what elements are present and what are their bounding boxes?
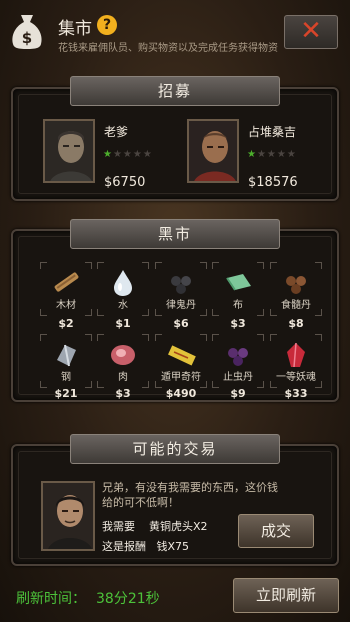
- recruit-name: 老爹: [104, 125, 129, 139]
- star-rating: ★★★★★: [103, 149, 153, 160]
- purple-pills-icon: [228, 348, 248, 366]
- trade-reward-line: 这是报酬 钱X75: [102, 538, 189, 554]
- refresh-now-button[interactable]: 立即刷新: [233, 578, 339, 613]
- item-price: $3: [115, 387, 131, 400]
- recruit-name: 占堆桑吉: [248, 125, 297, 139]
- avatar: [41, 481, 95, 551]
- trade-need-value: 黄铜虎头X2: [149, 520, 208, 533]
- item-name: 肉: [118, 372, 128, 383]
- item-price: $490: [165, 387, 197, 400]
- tab-black-market: 黑市: [70, 219, 280, 249]
- item-name: 遁甲奇符: [161, 372, 201, 383]
- item-price: $6: [173, 317, 189, 330]
- deal-button[interactable]: 成交: [238, 514, 314, 548]
- svg-text:$: $: [22, 29, 32, 47]
- market-item-insect-pill[interactable]: 止虫丹: [212, 334, 264, 388]
- market-item-marrow-pill[interactable]: 食髓丹: [270, 262, 322, 316]
- item-name: 律鬼丹: [166, 300, 196, 311]
- black-pills-icon: [171, 276, 191, 294]
- item-price: $1: [115, 317, 131, 330]
- item-price: $9: [230, 387, 246, 400]
- item-price: $2: [58, 317, 74, 330]
- recruit-price: $6750: [104, 175, 146, 190]
- page-title: 集市: [58, 19, 92, 39]
- item-name: 布: [233, 300, 243, 311]
- item-name: 一等妖魂: [276, 372, 316, 383]
- item-price: $3: [230, 317, 246, 330]
- trade-need-line: 我需要 黄铜虎头X2: [102, 518, 208, 534]
- tab-recruit: 招募: [70, 76, 280, 106]
- market-item-meat[interactable]: 肉: [97, 334, 149, 388]
- meat-icon: [111, 345, 135, 365]
- steel-icon: [57, 344, 76, 367]
- brown-pills-icon: [286, 276, 306, 294]
- header: $ 集市 ? 花钱来雇佣队员、购买物资以及完成任务获得物资 ✕: [0, 0, 350, 66]
- avatar: [187, 119, 239, 183]
- trade-reward-label: 这是报酬: [102, 540, 146, 553]
- refresh-label: 刷新时间：: [16, 591, 86, 607]
- avatar: [43, 119, 95, 183]
- refresh-countdown: 38分21秒: [96, 591, 160, 607]
- market-item-wood[interactable]: 木材: [40, 262, 92, 316]
- item-price: $8: [288, 317, 304, 330]
- star-rating: ★★★★★: [247, 149, 297, 160]
- cloth-icon: [226, 274, 251, 291]
- item-name: 止虫丹: [223, 372, 253, 383]
- item-price: $21: [54, 387, 78, 400]
- help-icon[interactable]: ?: [97, 15, 117, 35]
- trade-need-label: 我需要: [102, 520, 135, 533]
- close-button[interactable]: ✕: [284, 15, 338, 49]
- talisman-icon: [168, 345, 196, 366]
- water-drop-icon: [114, 270, 132, 296]
- page-subtitle: 花钱来雇佣队员、购买物资以及完成任务获得物资: [58, 43, 278, 54]
- item-name: 钢: [61, 372, 71, 383]
- market-item-cloth[interactable]: 布: [212, 262, 264, 316]
- market-item-water[interactable]: 水: [97, 262, 149, 316]
- item-price: $33: [284, 387, 308, 400]
- market-item-demon-soul[interactable]: 一等妖魂: [270, 334, 322, 388]
- trade-message: 兄弟，有没有我需要的东西，这价钱给的可不低啊！: [102, 481, 278, 509]
- wood-icon: [54, 272, 79, 292]
- item-name: 水: [118, 300, 128, 311]
- money-bag-icon: $: [12, 15, 42, 49]
- market-item-talisman[interactable]: 遁甲奇符: [155, 334, 207, 388]
- trade-reward-value: 钱X75: [156, 540, 190, 553]
- market-item-ghost-pill[interactable]: 律鬼丹: [155, 262, 207, 316]
- item-name: 食髓丹: [281, 300, 311, 311]
- red-crystal-icon: [287, 342, 305, 368]
- market-item-steel[interactable]: 钢: [40, 334, 92, 388]
- tab-possible-trade: 可能的交易: [70, 434, 280, 464]
- item-name: 木材: [56, 300, 76, 311]
- recruit-price: $18576: [248, 175, 298, 190]
